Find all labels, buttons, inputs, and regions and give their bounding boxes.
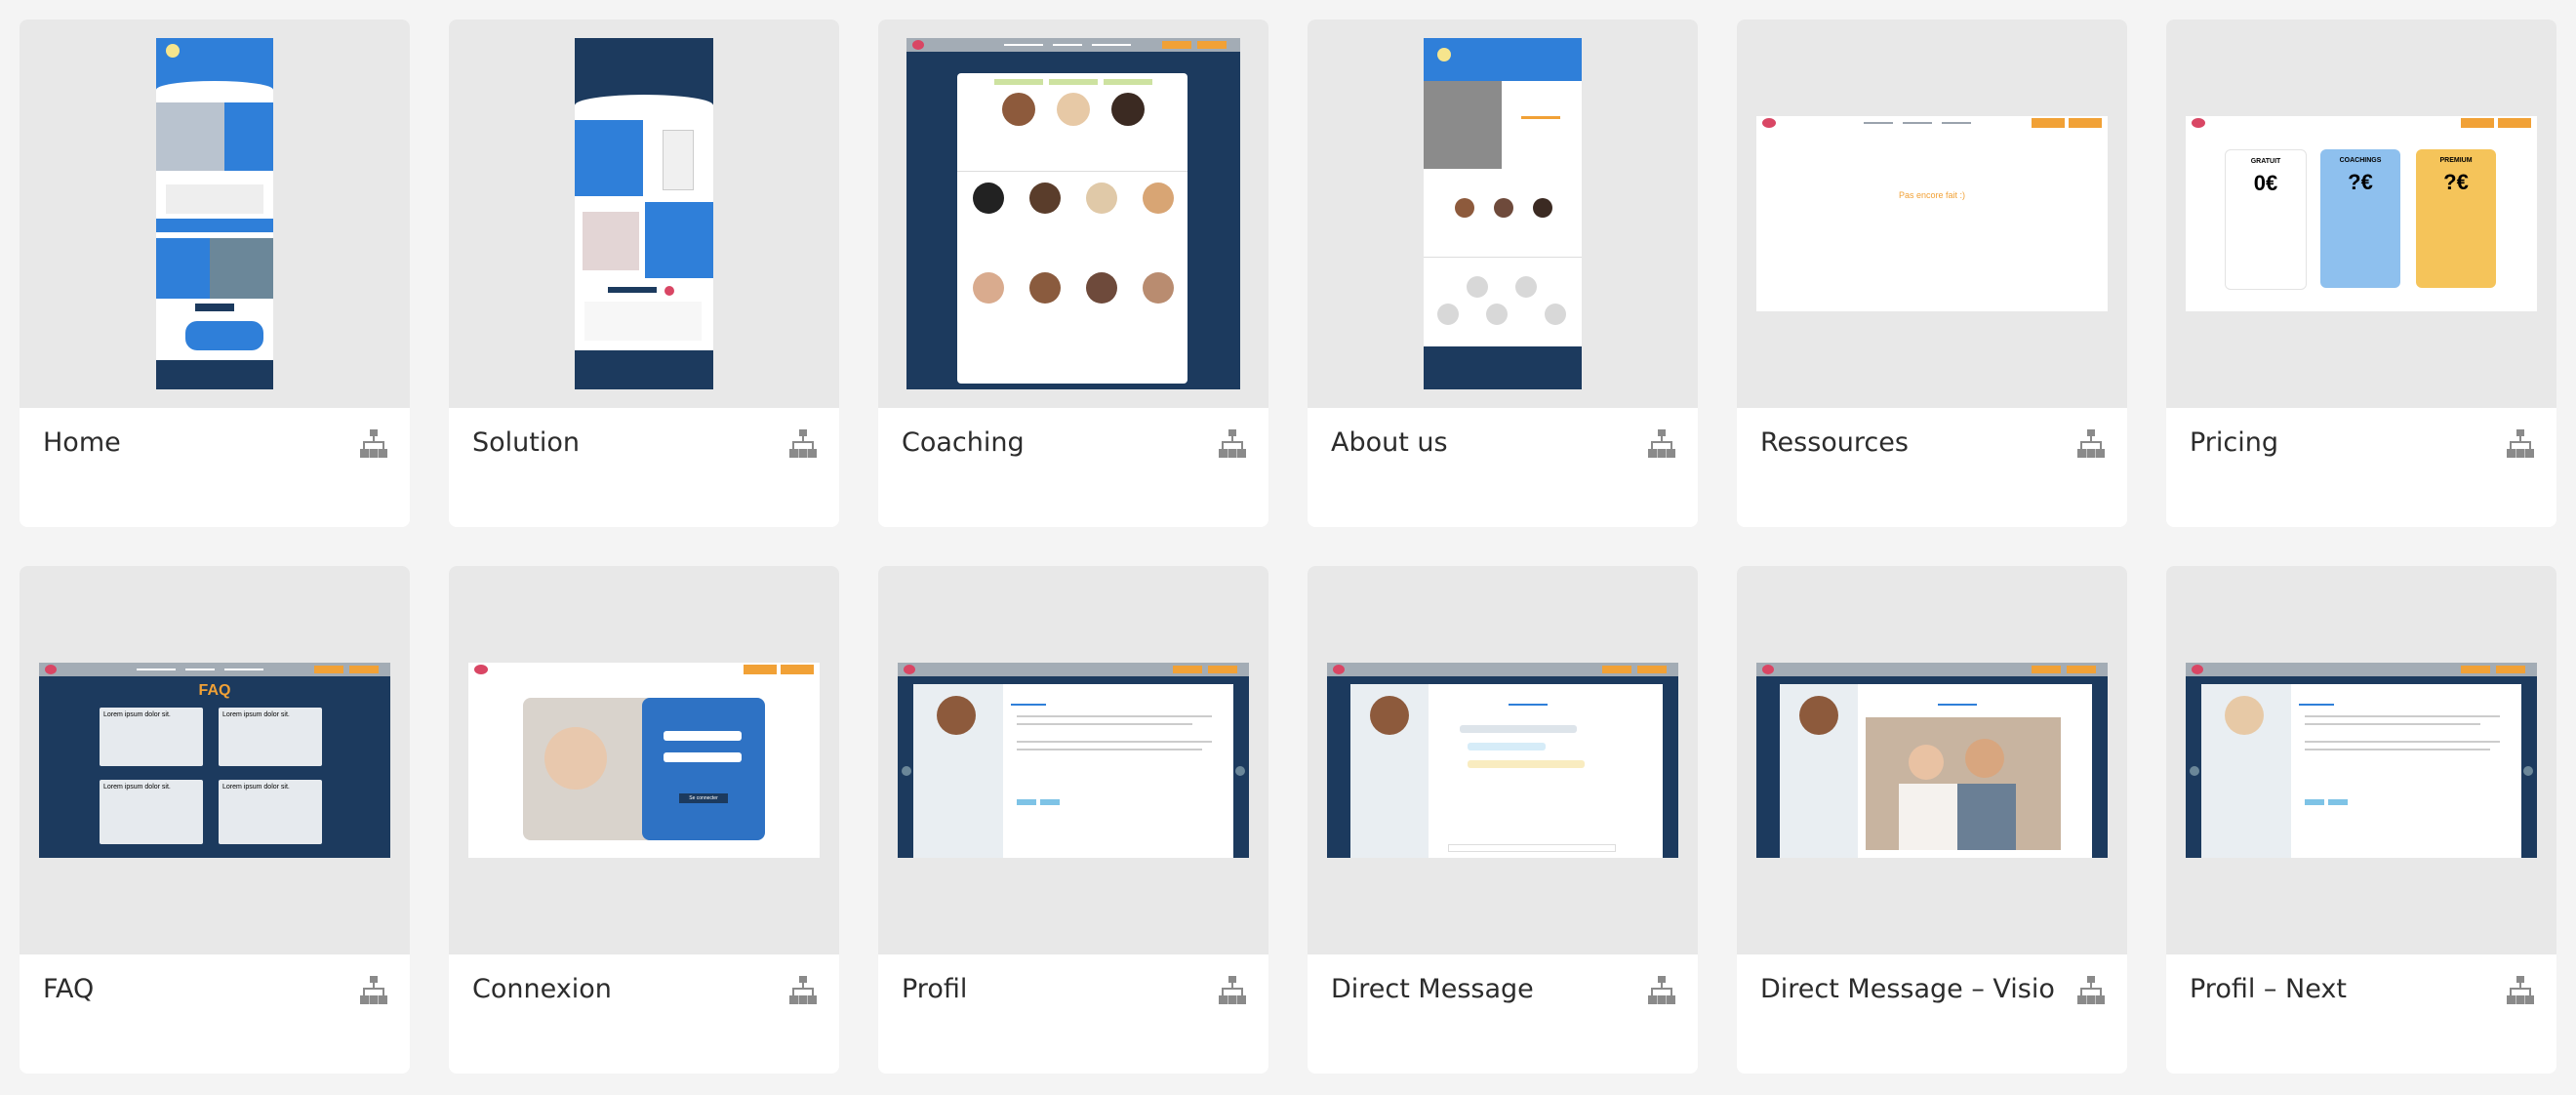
- prototype-artboard-grid: Home Solution Coaching About us Pas enco…: [0, 0, 2576, 1095]
- artboard-label: Home: [43, 427, 121, 458]
- artboard-label: Pricing: [2190, 427, 2279, 458]
- artboard-card-pricing[interactable]: GRATUIT 0€ COACHINGS ?€ PREMIUM ?€ Prici…: [2166, 20, 2556, 527]
- ressources-placeholder-text: Pas encore fait :): [1898, 190, 1966, 200]
- sitemap-icon[interactable]: [359, 427, 388, 461]
- artboard-thumbnail: Se connecter: [449, 566, 839, 954]
- pricing-tier-premium: PREMIUM ?€: [2416, 149, 2496, 288]
- direct-message-preview: [1327, 663, 1678, 858]
- artboard-thumbnail: [1308, 20, 1698, 408]
- pricing-tier-coachings: COACHINGS ?€: [2320, 149, 2400, 288]
- profil-preview: [898, 663, 1249, 858]
- artboard-card-coaching[interactable]: Coaching: [878, 20, 1268, 527]
- artboard-card-faq[interactable]: FAQ Lorem ipsum dolor sit. Lorem ipsum d…: [20, 566, 410, 1074]
- tier-price: ?€: [2348, 170, 2373, 194]
- sitemap-icon[interactable]: [1647, 974, 1676, 1007]
- artboard-label: Direct Message: [1331, 974, 1534, 1004]
- artboard-label: FAQ: [43, 974, 95, 1004]
- faq-item: Lorem ipsum dolor sit.: [100, 780, 203, 844]
- connexion-preview: Se connecter: [468, 663, 820, 858]
- artboard-thumbnail: [20, 20, 410, 408]
- artboard-card-direct-message-visio[interactable]: Direct Message – Visio: [1737, 566, 2127, 1074]
- artboard-label: Profil: [902, 974, 968, 1004]
- direct-message-visio-preview: [1756, 663, 2108, 858]
- artboard-card-direct-message[interactable]: Direct Message: [1308, 566, 1698, 1074]
- sitemap-icon[interactable]: [2076, 427, 2106, 461]
- artboard-thumbnail: FAQ Lorem ipsum dolor sit. Lorem ipsum d…: [20, 566, 410, 954]
- faq-item: Lorem ipsum dolor sit.: [100, 708, 203, 766]
- tier-name: PREMIUM: [2439, 157, 2473, 164]
- ressources-preview: Pas encore fait :): [1756, 116, 2108, 311]
- tier-name: COACHINGS: [2339, 157, 2382, 164]
- faq-item: Lorem ipsum dolor sit.: [219, 780, 322, 844]
- artboard-thumbnail: [2166, 566, 2556, 954]
- sitemap-icon[interactable]: [788, 427, 818, 461]
- artboard-label: Connexion: [472, 974, 612, 1004]
- artboard-thumbnail: [878, 566, 1268, 954]
- tier-name: GRATUIT: [2250, 158, 2281, 165]
- sitemap-icon[interactable]: [359, 974, 388, 1007]
- artboard-thumbnail: [1308, 566, 1698, 954]
- artboard-thumbnail: GRATUIT 0€ COACHINGS ?€ PREMIUM ?€: [2166, 20, 2556, 408]
- faq-title: FAQ: [198, 682, 231, 699]
- coaching-preview: [906, 38, 1240, 389]
- artboard-card-profil[interactable]: Profil: [878, 566, 1268, 1074]
- artboard-card-connexion[interactable]: Se connecter Connexion: [449, 566, 839, 1074]
- artboard-label: Profil – Next: [2190, 974, 2347, 1004]
- connexion-submit-button: Se connecter: [679, 793, 728, 803]
- faq-item: Lorem ipsum dolor sit.: [219, 708, 322, 766]
- sitemap-icon[interactable]: [2506, 427, 2535, 461]
- faq-preview: FAQ Lorem ipsum dolor sit. Lorem ipsum d…: [39, 663, 390, 858]
- artboard-thumbnail: Pas encore fait :): [1737, 20, 2127, 408]
- about-us-preview: [1424, 38, 1582, 389]
- artboard-card-solution[interactable]: Solution: [449, 20, 839, 527]
- artboard-label: Solution: [472, 427, 580, 458]
- pricing-tier-free: GRATUIT 0€: [2225, 149, 2307, 290]
- artboard-card-about-us[interactable]: About us: [1308, 20, 1698, 527]
- tier-price: 0€: [2253, 171, 2278, 195]
- home-preview: [156, 38, 273, 389]
- sitemap-icon[interactable]: [2076, 974, 2106, 1007]
- sitemap-icon[interactable]: [1218, 974, 1247, 1007]
- artboard-card-home[interactable]: Home: [20, 20, 410, 527]
- sitemap-icon[interactable]: [788, 974, 818, 1007]
- artboard-thumbnail: [1737, 566, 2127, 954]
- sitemap-icon[interactable]: [1647, 427, 1676, 461]
- artboard-label: Ressources: [1760, 427, 1909, 458]
- artboard-card-profil-next[interactable]: Profil – Next: [2166, 566, 2556, 1074]
- sitemap-icon[interactable]: [1218, 427, 1247, 461]
- artboard-label: Coaching: [902, 427, 1025, 458]
- solution-preview: [575, 38, 713, 389]
- artboard-label: Direct Message – Visio: [1760, 974, 2055, 1004]
- artboard-label: About us: [1331, 427, 1448, 458]
- artboard-card-ressources[interactable]: Pas encore fait :) Ressources: [1737, 20, 2127, 527]
- artboard-thumbnail: [878, 20, 1268, 408]
- artboard-thumbnail: [449, 20, 839, 408]
- profil-next-preview: [2186, 663, 2537, 858]
- sitemap-icon[interactable]: [2506, 974, 2535, 1007]
- pricing-preview: GRATUIT 0€ COACHINGS ?€ PREMIUM ?€: [2186, 116, 2537, 311]
- tier-price: ?€: [2443, 170, 2469, 194]
